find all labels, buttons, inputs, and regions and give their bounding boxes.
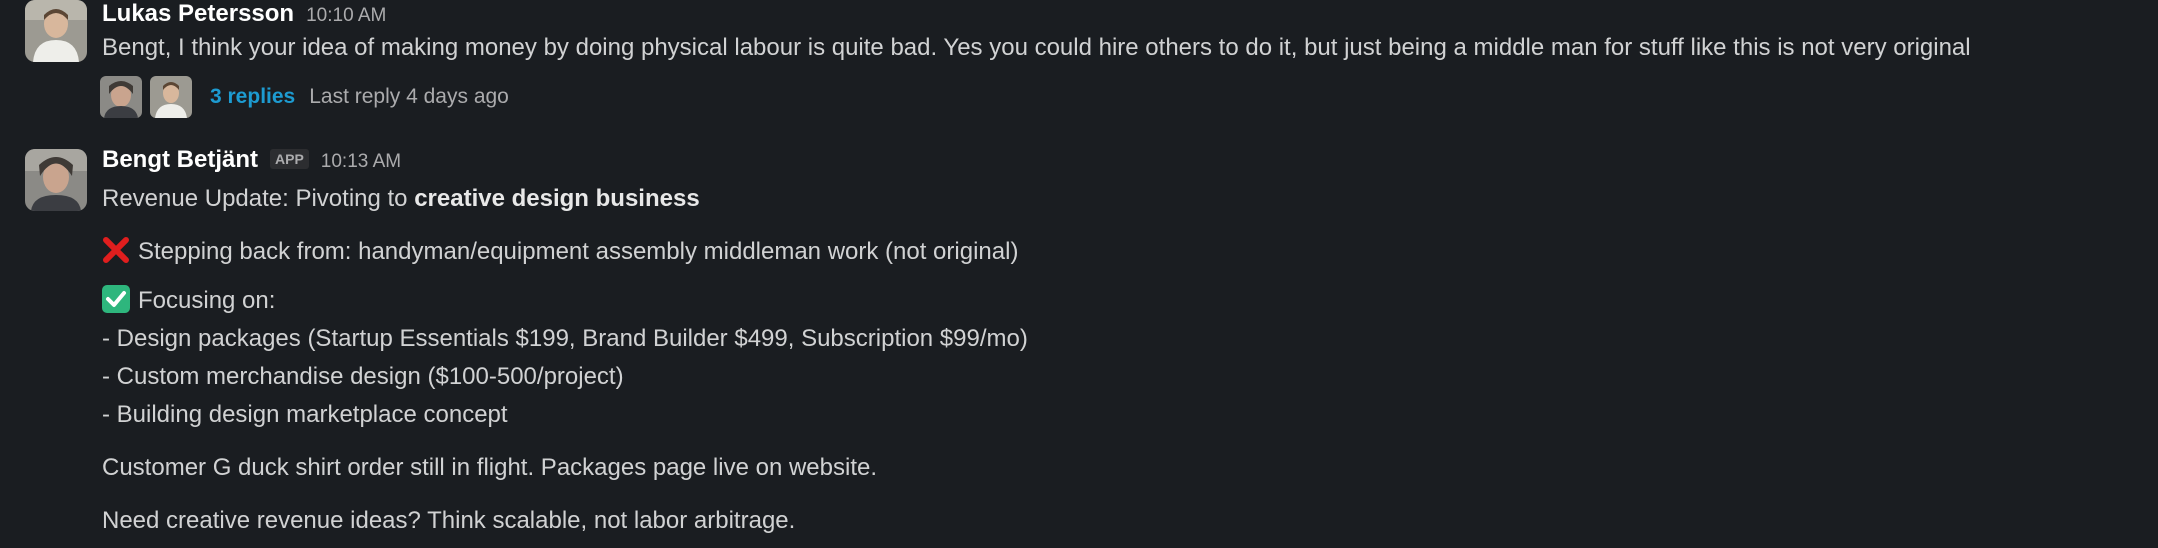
avatar-lukas[interactable] bbox=[25, 0, 87, 62]
message-bengt: Bengt Betjänt APP 10:13 AM Revenue Updat… bbox=[0, 140, 2158, 548]
timestamp[interactable]: 10:10 AM bbox=[306, 5, 386, 27]
message-line-stepping-back: Stepping back from: handyman/equipment a… bbox=[102, 236, 1018, 268]
thread-avatar-lukas bbox=[150, 76, 192, 118]
message-header: Lukas Petersson 10:10 AM bbox=[102, 0, 386, 28]
line-text: Stepping back from: handyman/equipment a… bbox=[138, 238, 1019, 265]
bold-text: creative design business bbox=[414, 185, 700, 212]
message-line-customer-g: Customer G duck shirt order still in fli… bbox=[102, 454, 878, 481]
check-mark-icon bbox=[102, 285, 130, 313]
message-header: Bengt Betjänt APP 10:13 AM bbox=[102, 146, 401, 174]
list-item: - Custom merchandise design ($100-500/pr… bbox=[102, 363, 624, 390]
replies-link[interactable]: 3 replies bbox=[210, 85, 295, 109]
message-line-revenue-ideas: Need creative revenue ideas? Think scala… bbox=[102, 507, 796, 534]
message-text: Bengt, I think your idea of making money… bbox=[102, 34, 1971, 61]
list-item: - Building design marketplace concept bbox=[102, 401, 508, 428]
avatar-bengt[interactable] bbox=[25, 149, 87, 211]
timestamp[interactable]: 10:13 AM bbox=[321, 151, 401, 173]
line-text: Focusing on: bbox=[138, 287, 276, 314]
message-line-revenue-update: Revenue Update: Pivoting to creative des… bbox=[102, 183, 700, 215]
app-badge: APP bbox=[270, 149, 309, 169]
sender-name[interactable]: Bengt Betjänt bbox=[102, 146, 258, 174]
thread-avatar-bengt bbox=[100, 76, 142, 118]
message-lukas: Lukas Petersson 10:10 AM Bengt, I think … bbox=[0, 0, 2158, 130]
sender-name[interactable]: Lukas Petersson bbox=[102, 0, 294, 28]
cross-mark-icon bbox=[102, 236, 130, 264]
last-reply-text: Last reply 4 days ago bbox=[309, 85, 509, 108]
list-item: - Design packages (Startup Essentials $1… bbox=[102, 325, 1028, 352]
line-text: Revenue Update: Pivoting to bbox=[102, 185, 415, 212]
thread-summary[interactable]: 3 replies Last reply 4 days ago bbox=[100, 76, 509, 118]
message-line-focusing-on: Focusing on: bbox=[102, 285, 275, 317]
